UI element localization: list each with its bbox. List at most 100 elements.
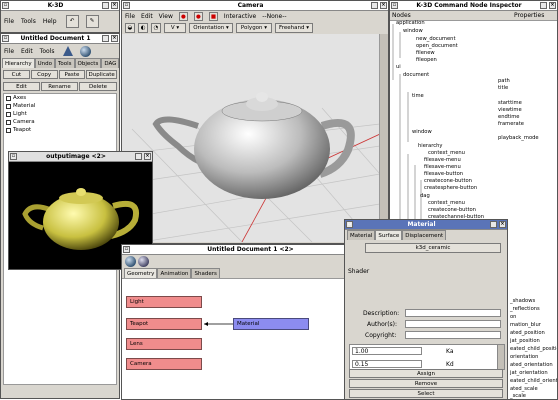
authors-field[interactable]	[405, 320, 501, 328]
none-dropdown[interactable]: --None--	[262, 13, 286, 20]
tree-property[interactable]: eated_child_orientation	[510, 378, 557, 384]
tree-property[interactable]: eated_child_position	[510, 346, 557, 352]
cut-button[interactable]: Cut	[3, 70, 30, 79]
edit-button[interactable]: Edit	[3, 82, 40, 91]
nodes-column-header[interactable]: Nodes	[390, 12, 512, 19]
menu-view[interactable]: View	[159, 13, 173, 20]
tree-property[interactable]: orientation	[510, 354, 538, 360]
viewport-3d[interactable]	[122, 34, 380, 242]
tree-node[interactable]: new_document	[416, 36, 456, 42]
tree-node[interactable]: application	[396, 20, 425, 26]
tree-node[interactable]: createcone-button	[424, 178, 472, 184]
tree-node[interactable]: hierarchy	[418, 143, 442, 149]
tree-node[interactable]: filenew	[416, 50, 435, 56]
close-icon[interactable]: ×	[549, 2, 556, 9]
tree-property[interactable]: endtime	[498, 114, 520, 120]
window-menu-icon[interactable]: ▫	[346, 221, 353, 228]
menu-help[interactable]: Help	[43, 18, 57, 25]
node-camera[interactable]: Camera	[126, 358, 202, 370]
tab-material[interactable]: Material	[347, 230, 376, 240]
polygon-dropdown[interactable]: Polygon ▾	[236, 23, 272, 33]
tab-shaders[interactable]: Shaders	[191, 268, 220, 278]
select-button[interactable]: Select	[349, 389, 503, 398]
tree-node[interactable]: filesave-menu	[424, 164, 461, 170]
node-light[interactable]: Light	[126, 296, 202, 308]
minimize-icon[interactable]	[102, 2, 109, 9]
window-menu-icon[interactable]: ▫	[123, 246, 130, 253]
visibility-checkbox[interactable]	[6, 119, 11, 125]
visibility-checkbox[interactable]	[6, 95, 11, 101]
orientation-dropdown[interactable]: Orientation ▾	[189, 23, 233, 33]
tree-property[interactable]: viewtime	[498, 107, 522, 113]
sphere-icon[interactable]	[138, 256, 149, 267]
tree-property[interactable]: title	[498, 85, 508, 91]
tree-node[interactable]: filesave-button	[424, 171, 463, 177]
tree-property[interactable]: jat_position	[510, 338, 540, 344]
minimize-icon[interactable]	[102, 35, 109, 42]
close-icon[interactable]: ×	[380, 2, 387, 9]
tree-item-light[interactable]: Light	[4, 110, 116, 118]
sphere-icon[interactable]	[125, 256, 136, 267]
tree-property[interactable]: jat_orientation	[510, 370, 548, 376]
tree-node[interactable]: window	[412, 129, 432, 135]
tree-property[interactable]: ated_orientation	[510, 362, 553, 368]
viewport-scrollbar[interactable]	[379, 34, 388, 242]
v-dropdown[interactable]: V ▾	[164, 23, 186, 33]
node-material[interactable]: Material	[233, 318, 309, 330]
delete-button[interactable]: Delete	[79, 82, 117, 91]
tab-hierarchy[interactable]: Hierarchy	[2, 58, 35, 68]
tree-node[interactable]: fileopen	[416, 57, 437, 63]
minimize-icon[interactable]	[490, 221, 497, 228]
tree-property[interactable]: on	[510, 314, 516, 320]
undo-icon[interactable]: ↶	[65, 14, 79, 28]
tree-property[interactable]: path	[498, 78, 510, 84]
tree-property[interactable]: ated_position	[510, 330, 545, 336]
tree-property[interactable]: mation_blur	[510, 322, 541, 328]
tree-node[interactable]: window	[403, 28, 423, 34]
sphere-icon[interactable]	[80, 45, 92, 57]
paste-button[interactable]: Paste	[58, 70, 86, 79]
tree-property[interactable]: _shadows	[510, 298, 535, 304]
close-icon[interactable]: ×	[499, 221, 506, 228]
tree-item-axes[interactable]: Axes	[4, 94, 116, 102]
menu-tools[interactable]: Tools	[40, 48, 55, 55]
copyright-field[interactable]	[405, 331, 501, 339]
tree-property[interactable]: framerate	[498, 121, 524, 127]
ka-field[interactable]: 1.00	[352, 347, 422, 355]
copy-button[interactable]: Copy	[30, 70, 58, 79]
close-icon[interactable]: ×	[111, 35, 118, 42]
tree-property[interactable]: _reflections	[510, 306, 540, 312]
material-icon[interactable]: ◐	[138, 23, 148, 33]
window-menu-icon[interactable]: ▫	[2, 35, 9, 42]
tree-node[interactable]: context_menu	[428, 200, 465, 206]
tree-node[interactable]: createcone-button	[428, 207, 476, 213]
minimize-icon[interactable]	[135, 153, 142, 160]
tree-node[interactable]: document	[403, 72, 429, 78]
record-sequence-icon[interactable]: ●	[193, 12, 203, 21]
tree-node[interactable]: dag	[420, 193, 430, 199]
tree-property[interactable]: ated_scale	[510, 386, 538, 392]
remove-button[interactable]: Remove	[349, 379, 503, 388]
tree-node[interactable]: open_document	[416, 43, 458, 49]
description-field[interactable]	[405, 309, 501, 317]
close-icon[interactable]: ×	[111, 2, 118, 9]
node-lens[interactable]: Lens	[126, 338, 202, 350]
menu-edit[interactable]: Edit	[21, 48, 33, 55]
duplicate-button[interactable]: Duplicate	[86, 70, 118, 79]
cone-icon[interactable]	[63, 46, 74, 56]
tab-animation[interactable]: Animation	[157, 268, 192, 278]
tree-node[interactable]: ui	[396, 64, 401, 70]
tree-item-camera[interactable]: Camera	[4, 118, 116, 126]
visibility-checkbox[interactable]	[6, 103, 11, 109]
light-icon[interactable]: ◒	[125, 23, 135, 33]
close-icon[interactable]: ×	[144, 153, 151, 160]
minimize-icon[interactable]	[371, 2, 378, 9]
tree-property[interactable]: playback_mode	[498, 135, 539, 141]
menu-edit[interactable]: Edit	[141, 13, 153, 20]
tree-item-material[interactable]: Material	[4, 102, 116, 110]
tree-item-teapot[interactable]: Teapot	[4, 126, 116, 134]
tab-dag[interactable]: DAG	[101, 58, 119, 68]
properties-column-header[interactable]: Properties	[512, 12, 544, 19]
record-icon[interactable]: ●	[178, 12, 188, 21]
visibility-checkbox[interactable]	[6, 127, 11, 133]
